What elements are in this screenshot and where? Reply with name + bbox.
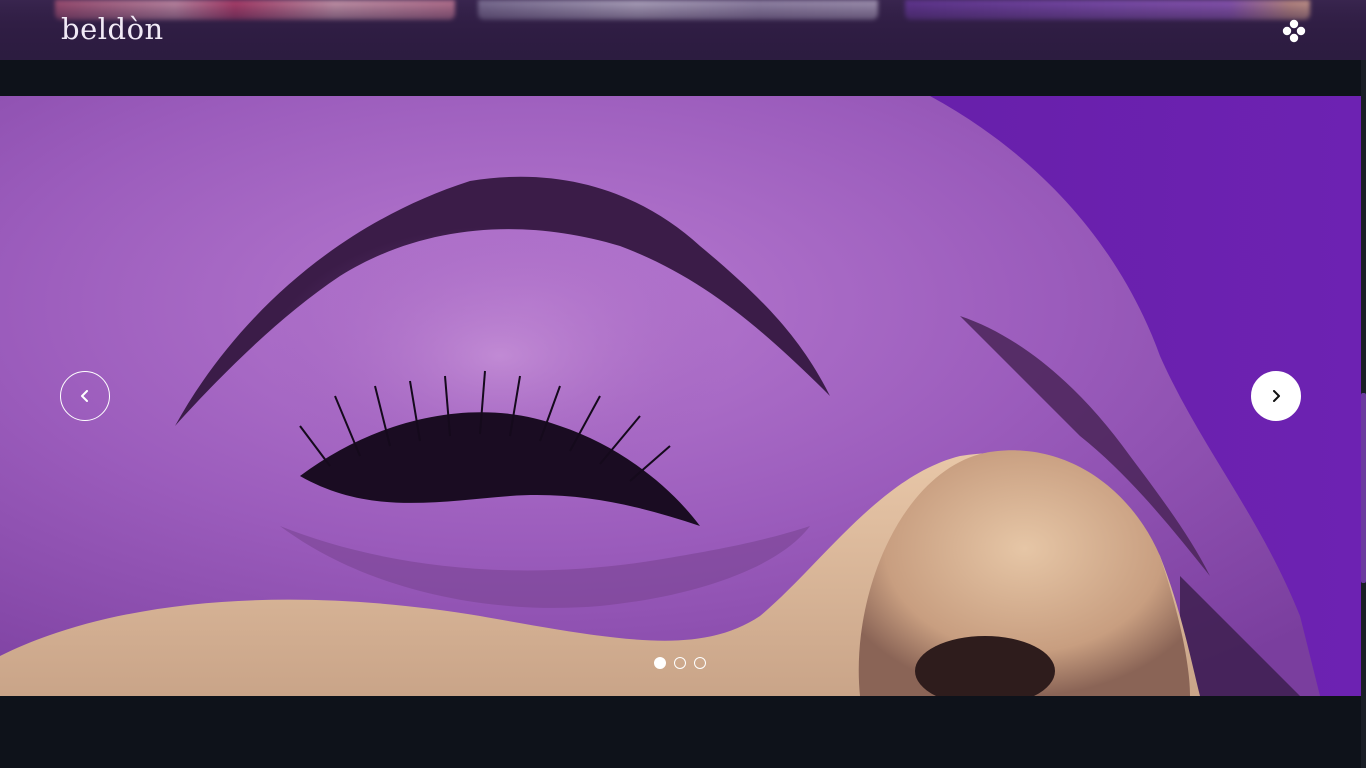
slider-prev-button[interactable] — [60, 371, 110, 421]
slider-dot-2[interactable] — [674, 657, 686, 669]
scrollbar-thumb[interactable] — [1361, 393, 1366, 583]
slider-dot-3[interactable] — [694, 657, 706, 669]
slider-pagination — [654, 657, 706, 669]
header-overlay — [0, 0, 1366, 60]
hero-slide-image — [0, 96, 1361, 696]
page: beldòn — [0, 0, 1366, 768]
logo[interactable]: beldòn — [61, 11, 164, 47]
menu-dots-icon[interactable] — [1279, 16, 1309, 46]
slider-next-button[interactable] — [1251, 371, 1301, 421]
chevron-left-icon — [81, 390, 88, 402]
hero-slider — [0, 96, 1361, 696]
page-scrollbar[interactable] — [1361, 60, 1366, 768]
chevron-right-icon — [1273, 390, 1280, 402]
site-header: beldòn — [0, 0, 1366, 60]
slider-dot-1[interactable] — [654, 657, 666, 669]
